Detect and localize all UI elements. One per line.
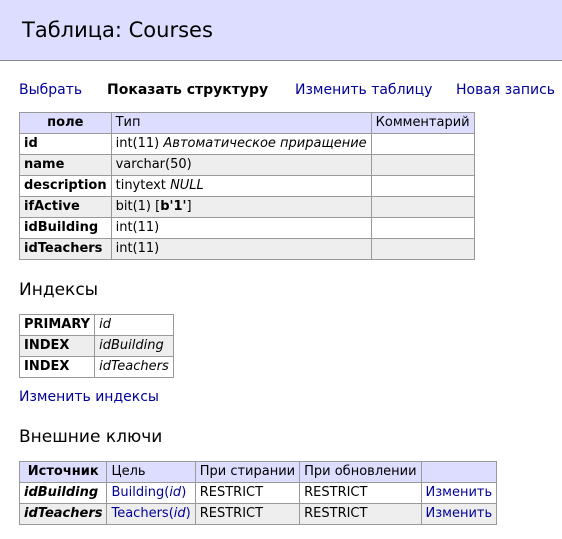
field-comment xyxy=(370,217,475,239)
page-header: Таблица: Courses xyxy=(0,0,562,61)
field-comment xyxy=(370,154,475,176)
field-name: idTeachers xyxy=(19,238,112,260)
table-row: INDEX idTeachers xyxy=(18,356,174,378)
tab-select[interactable]: Выбрать xyxy=(19,82,107,98)
index-type: PRIMARY xyxy=(18,314,96,336)
field-comment xyxy=(370,133,475,155)
fk-action: Изменить xyxy=(420,482,498,504)
table-row: INDEX idBuilding xyxy=(18,335,174,357)
table-row: description tinytext NULL xyxy=(19,175,475,197)
fk-on-update: RESTRICT xyxy=(299,482,422,504)
table-row: idBuilding Building(id) RESTRICT RESTRIC… xyxy=(18,482,498,504)
columns-table: поле Тип Комментарий id int(11) Автомати… xyxy=(19,112,475,260)
col-header-comment: Комментарий xyxy=(370,112,475,134)
fk-on-delete: RESTRICT xyxy=(194,482,301,504)
field-comment xyxy=(370,175,475,197)
fk-header-target: Цель xyxy=(106,461,196,483)
fk-target: Building(id) xyxy=(106,482,196,504)
fk-action: Изменить xyxy=(420,503,498,525)
field-type: int(11) xyxy=(110,238,372,260)
fk-on-update: RESTRICT xyxy=(299,503,422,525)
table-row: ifActive bit(1) [b'1'] xyxy=(19,196,475,218)
field-name: id xyxy=(19,133,112,155)
table-row: PRIMARY id xyxy=(18,314,174,336)
fk-header-actions xyxy=(420,461,498,483)
table-row: id int(11) Автоматическое приращение xyxy=(19,133,475,155)
edit-indexes-link[interactable]: Изменить индексы xyxy=(19,389,159,405)
fk-header-on-delete: При стирании xyxy=(194,461,301,483)
indexes-table: PRIMARY id INDEX idBuilding INDEX idTeac… xyxy=(18,314,174,378)
field-type-extra: NULL xyxy=(170,178,204,193)
field-type: varchar(50) xyxy=(110,154,372,176)
fk-source: idTeachers xyxy=(18,503,108,525)
indexes-heading: Индексы xyxy=(19,280,99,300)
field-comment xyxy=(370,238,475,260)
page-title: Таблица: Courses xyxy=(22,18,213,42)
fk-source: idBuilding xyxy=(18,482,108,504)
field-default: b'1' xyxy=(160,199,187,214)
field-name: idBuilding xyxy=(19,217,112,239)
field-type-extra: Автоматическое приращение xyxy=(163,136,367,151)
fk-on-delete: RESTRICT xyxy=(194,503,301,525)
foreign-keys-heading: Внешние ключи xyxy=(19,427,163,447)
table-row: idTeachers Teachers(id) RESTRICT RESTRIC… xyxy=(18,503,498,525)
field-name: description xyxy=(19,175,112,197)
field-type: int(11) Автоматическое приращение xyxy=(110,133,372,155)
index-type: INDEX xyxy=(18,356,96,378)
field-comment xyxy=(370,196,475,218)
tab-bar: Выбрать Показать структуру Изменить таблиц… xyxy=(19,82,555,98)
fk-header-on-update: При обновлении xyxy=(299,461,422,483)
tab-alter-table[interactable]: Изменить таблицу xyxy=(295,82,456,98)
index-column: id xyxy=(94,314,174,336)
col-header-type: Тип xyxy=(110,112,372,134)
fk-target-link[interactable]: Building(id) xyxy=(111,485,186,500)
tab-show-structure[interactable]: Показать структуру xyxy=(107,82,295,98)
field-type: int(11) xyxy=(110,217,372,239)
fk-edit-link[interactable]: Изменить xyxy=(426,506,493,521)
field-type: bit(1) [b'1'] xyxy=(110,196,372,218)
field-type: tinytext NULL xyxy=(110,175,372,197)
fk-edit-link[interactable]: Изменить xyxy=(426,485,493,500)
fk-target: Teachers(id) xyxy=(106,503,196,525)
field-name: ifActive xyxy=(19,196,112,218)
field-name: name xyxy=(19,154,112,176)
col-header-field: поле xyxy=(19,112,112,134)
fk-header-source: Источник xyxy=(18,461,108,483)
index-column: idTeachers xyxy=(94,356,174,378)
foreign-keys-table: Источник Цель При стирании При обновлени… xyxy=(18,461,498,525)
index-column: idBuilding xyxy=(94,335,174,357)
table-row: idBuilding int(11) xyxy=(19,217,475,239)
tab-new-item[interactable]: Новая запись xyxy=(456,82,555,98)
table-row: name varchar(50) xyxy=(19,154,475,176)
fk-target-link[interactable]: Teachers(id) xyxy=(111,506,190,521)
index-type: INDEX xyxy=(18,335,96,357)
table-row: idTeachers int(11) xyxy=(19,238,475,260)
